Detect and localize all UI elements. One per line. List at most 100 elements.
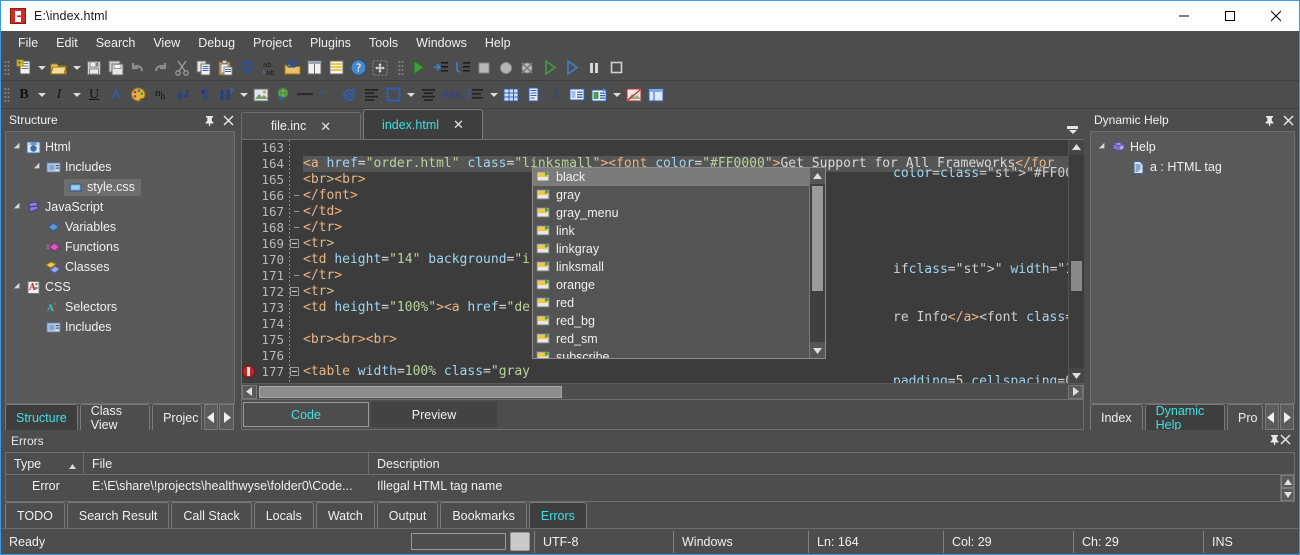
autocomplete-item[interactable]: gray_menu — [533, 204, 825, 222]
halt-icon[interactable] — [605, 57, 627, 79]
pre-icon[interactable]: PRE — [439, 84, 465, 106]
find-in-files-icon[interactable] — [281, 57, 303, 79]
pin-icon[interactable] — [1261, 112, 1277, 128]
maximize-button[interactable] — [1207, 1, 1253, 31]
editor-tab-file-inc[interactable]: file.inc ✕ — [241, 112, 361, 139]
chevron-up-icon[interactable] — [810, 168, 825, 184]
autocomplete-item[interactable]: red — [533, 294, 825, 312]
chevron-down-icon[interactable] — [1281, 488, 1294, 501]
structure-tree-container[interactable]: HtmlIncludesstyle.cssJavaScriptVariables… — [5, 131, 235, 404]
expander-icon[interactable] — [12, 283, 24, 291]
tabs-prev-icon[interactable] — [1265, 404, 1279, 430]
save-icon[interactable] — [83, 57, 105, 79]
menu-tools[interactable]: Tools — [360, 33, 407, 53]
step-over-icon[interactable] — [451, 57, 473, 79]
insert-object-icon[interactable] — [588, 84, 610, 106]
menu-view[interactable]: View — [144, 33, 189, 53]
chevron-up-icon[interactable] — [1069, 140, 1084, 155]
fold-toggle-icon[interactable] — [289, 364, 301, 380]
tab-index[interactable]: Index — [1090, 404, 1143, 430]
autocomplete-item[interactable]: subscribe — [533, 348, 825, 358]
tab-dynamic-help[interactable]: Dynamic Help — [1145, 404, 1225, 430]
menu-project[interactable]: Project — [244, 33, 301, 53]
expander-icon[interactable] — [12, 203, 24, 211]
code-line[interactable] — [303, 140, 1068, 156]
autocomplete-scrollbar[interactable] — [809, 168, 825, 358]
errors-grid[interactable]: Type File Description Error E:\E\ — [5, 452, 1295, 502]
underline-icon[interactable]: U — [83, 84, 105, 106]
close-icon[interactable]: ✕ — [320, 120, 331, 133]
code-horizontal-scrollbar[interactable] — [242, 383, 1083, 399]
tab-search-result[interactable]: Search Result — [67, 502, 170, 528]
pin-icon[interactable] — [1269, 434, 1280, 448]
tree-item-variables[interactable]: Variables — [6, 217, 234, 237]
breakpoint-slot[interactable] — [242, 252, 255, 268]
nbsp-icon[interactable]: nb — [149, 84, 171, 106]
breakpoint-slot[interactable] — [242, 268, 255, 284]
tab-output[interactable]: Output — [377, 502, 439, 528]
fold-toggle-icon[interactable] — [289, 236, 301, 252]
italic-icon[interactable]: I — [48, 84, 70, 106]
tree-item-help[interactable]: Help — [1091, 137, 1294, 157]
autocomplete-item[interactable]: gray — [533, 186, 825, 204]
autocomplete-item[interactable]: red_bg — [533, 312, 825, 330]
fieldset-icon[interactable] — [566, 84, 588, 106]
stop-icon[interactable] — [473, 57, 495, 79]
tabs-prev-icon[interactable] — [204, 404, 219, 430]
close-icon[interactable] — [1280, 112, 1296, 128]
breakpoint-slot[interactable] — [242, 236, 255, 252]
breakpoint-slot[interactable] — [242, 140, 255, 156]
table-row[interactable]: Error E:\E\share\!projects\healthwyse\fo… — [6, 475, 1280, 497]
menu-debug[interactable]: Debug — [189, 33, 244, 53]
menu-edit[interactable]: Edit — [47, 33, 87, 53]
column-header-type[interactable]: Type — [6, 453, 84, 474]
tree-item-html[interactable]: Html — [6, 137, 234, 157]
list-dropdown-icon[interactable] — [487, 84, 500, 106]
insert-dropdown-icon[interactable] — [610, 84, 623, 106]
toolbar-grip-format[interactable] — [3, 86, 10, 104]
open-folder-icon[interactable] — [48, 57, 70, 79]
tree-item-selectors[interactable]: ASelectors — [6, 297, 234, 317]
help-icon[interactable]: ? — [347, 57, 369, 79]
comment-icon[interactable]: <!-- — [316, 84, 338, 106]
status-encoding[interactable]: UTF-8 — [534, 531, 674, 553]
autocomplete-item[interactable]: black — [533, 168, 825, 186]
bold-icon[interactable]: B — [13, 84, 35, 106]
code-line[interactable]: <table width=100% class="gray — [303, 364, 1068, 380]
frames-icon[interactable] — [645, 84, 667, 106]
tab-preview[interactable]: Preview — [371, 402, 497, 427]
expander-icon[interactable] — [12, 143, 24, 151]
menu-windows[interactable]: Windows — [407, 33, 476, 53]
close-icon[interactable]: ✕ — [453, 118, 464, 131]
autocomplete-popup[interactable]: blackgraygray_menulinklinkgraylinksmallo… — [532, 167, 826, 359]
breakpoint-icon[interactable] — [242, 364, 255, 380]
tab-todo[interactable]: TODO — [5, 502, 65, 528]
autocomplete-item[interactable]: link — [533, 222, 825, 240]
status-indicator-box[interactable] — [510, 532, 530, 551]
autocomplete-list[interactable]: blackgraygray_menulinklinkgraylinksmallo… — [533, 168, 825, 358]
tab-properties[interactable]: Pro — [1227, 404, 1263, 430]
autocomplete-item[interactable]: red_sm — [533, 330, 825, 348]
palette-icon[interactable] — [127, 84, 149, 106]
columns-icon[interactable] — [303, 57, 325, 79]
expander-icon[interactable] — [1097, 143, 1109, 151]
close-button[interactable] — [1253, 1, 1299, 31]
tab-project[interactable]: Projec — [152, 404, 202, 430]
menu-plugins[interactable]: Plugins — [301, 33, 360, 53]
tab-errors[interactable]: Errors — [529, 502, 587, 528]
breakpoint-slot[interactable] — [242, 204, 255, 220]
copy-icon[interactable] — [193, 57, 215, 79]
tree-item-javascript[interactable]: JavaScript — [6, 197, 234, 217]
errors-vertical-scrollbar[interactable] — [1280, 475, 1294, 501]
continue-icon[interactable] — [561, 57, 583, 79]
chevron-right-icon[interactable] — [1068, 385, 1083, 399]
align-justify-icon[interactable] — [417, 84, 439, 106]
minimize-button[interactable] — [1161, 1, 1207, 31]
column-header-description[interactable]: Description — [369, 453, 1280, 474]
line-break-icon[interactable] — [171, 84, 193, 106]
menu-search[interactable]: Search — [87, 33, 145, 53]
pin-icon[interactable] — [201, 112, 217, 128]
save-all-icon[interactable] — [105, 57, 127, 79]
chevron-down-icon[interactable] — [1069, 368, 1084, 383]
expander-icon[interactable] — [32, 163, 44, 171]
